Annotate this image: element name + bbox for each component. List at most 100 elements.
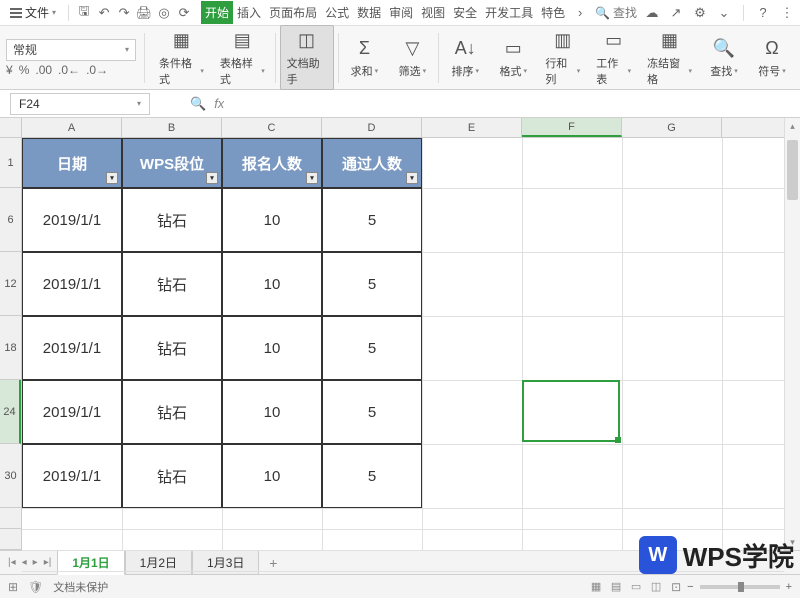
zoom-out-button[interactable]: −: [687, 581, 693, 593]
sheet-prev-icon[interactable]: ◂: [20, 557, 29, 568]
ribbon-tab-4[interactable]: 数据: [353, 1, 385, 24]
ribbon-btn-冻结窗格[interactable]: ▦冻结窗格▾: [641, 26, 698, 89]
ribbon-tab-3[interactable]: 公式: [321, 1, 353, 24]
filter-icon[interactable]: ▾: [406, 172, 418, 184]
table-header-0[interactable]: 日期▾: [22, 138, 122, 188]
ribbon-btn-求和[interactable]: Σ求和▾: [342, 34, 386, 81]
scroll-up-icon[interactable]: ▴: [785, 118, 800, 134]
settings-icon[interactable]: ⚙: [691, 4, 709, 22]
num-btn-4[interactable]: .0→: [86, 63, 108, 77]
view-break-icon[interactable]: ▭: [627, 579, 645, 595]
table-cell[interactable]: 5: [322, 444, 422, 508]
table-cell[interactable]: 10: [222, 188, 322, 252]
fx-icon[interactable]: fx: [214, 96, 224, 111]
num-btn-1[interactable]: %: [19, 63, 30, 77]
table-cell[interactable]: 2019/1/1: [22, 252, 122, 316]
row-header-empty[interactable]: [0, 508, 21, 529]
col-header-A[interactable]: A: [22, 118, 122, 137]
select-all-corner[interactable]: [0, 118, 22, 138]
ribbon-tab-6[interactable]: 视图: [417, 1, 449, 24]
table-cell[interactable]: 10: [222, 444, 322, 508]
share-icon[interactable]: ↗: [667, 4, 685, 22]
row-header-30[interactable]: 30: [0, 444, 21, 508]
sheet-last-icon[interactable]: ▸|: [42, 557, 54, 568]
row-header-empty[interactable]: [0, 529, 21, 550]
num-btn-0[interactable]: ¥: [6, 63, 13, 77]
table-cell[interactable]: 5: [322, 380, 422, 444]
table-cell[interactable]: 钻石: [122, 444, 222, 508]
sheet-first-icon[interactable]: |◂: [6, 557, 18, 568]
col-header-F[interactable]: F: [522, 118, 622, 137]
zoom-fit-icon[interactable]: ⊡: [671, 580, 681, 594]
filter-icon[interactable]: ▾: [106, 172, 118, 184]
refresh-icon[interactable]: ⟳: [175, 4, 193, 22]
ribbon-btn-文档助手[interactable]: ◫文档助手: [280, 25, 334, 90]
number-format-select[interactable]: 常规 ▾: [6, 39, 136, 61]
col-header-G[interactable]: G: [622, 118, 722, 137]
cloud-icon[interactable]: ☁: [643, 4, 661, 22]
ribbon-btn-表格样式[interactable]: ▤表格样式▾: [214, 26, 271, 89]
print-icon[interactable]: 🖨: [135, 4, 153, 22]
col-header-B[interactable]: B: [122, 118, 222, 137]
name-box[interactable]: F24 ▾: [10, 93, 150, 115]
table-header-3[interactable]: 通过人数▾: [322, 138, 422, 188]
view-reading-icon[interactable]: ◫: [647, 579, 665, 595]
ribbon-btn-工作表[interactable]: ▭工作表▾: [590, 26, 637, 89]
ribbon-tab-0[interactable]: 开始: [201, 1, 233, 24]
table-cell[interactable]: 10: [222, 316, 322, 380]
ribbon-tab-7[interactable]: 安全: [449, 1, 481, 24]
table-header-2[interactable]: 报名人数▾: [222, 138, 322, 188]
ribbon-btn-行和列[interactable]: ▥行和列▾: [539, 26, 586, 89]
tab-scroll-icon[interactable]: ›: [571, 4, 589, 22]
more-icon[interactable]: ⋮: [778, 4, 796, 22]
zoom-slider[interactable]: [700, 585, 780, 589]
table-cell[interactable]: 5: [322, 188, 422, 252]
file-menu[interactable]: 文件 ▾: [4, 2, 62, 23]
global-search[interactable]: 🔍 查找: [595, 4, 637, 21]
ribbon-btn-筛选[interactable]: ▽筛选▾: [390, 34, 434, 81]
num-btn-3[interactable]: .0←: [58, 63, 80, 77]
table-cell[interactable]: 2019/1/1: [22, 444, 122, 508]
preview-icon[interactable]: ◎: [155, 4, 173, 22]
help-icon[interactable]: ?: [754, 4, 772, 22]
ribbon-tab-1[interactable]: 插入: [233, 1, 265, 24]
num-btn-2[interactable]: .00: [35, 63, 52, 77]
ribbon-tab-2[interactable]: 页面布局: [265, 1, 321, 24]
table-cell[interactable]: 钻石: [122, 380, 222, 444]
table-cell[interactable]: 钻石: [122, 188, 222, 252]
table-cell[interactable]: 10: [222, 252, 322, 316]
table-cell[interactable]: 钻石: [122, 252, 222, 316]
undo-icon[interactable]: ↶: [95, 4, 113, 22]
table-header-1[interactable]: WPS段位▾: [122, 138, 222, 188]
table-cell[interactable]: 5: [322, 316, 422, 380]
add-sheet-button[interactable]: +: [263, 553, 283, 573]
row-header-12[interactable]: 12: [0, 252, 21, 316]
sheet-next-icon[interactable]: ▸: [31, 557, 40, 568]
ribbon-tab-5[interactable]: 审阅: [385, 1, 417, 24]
col-header-D[interactable]: D: [322, 118, 422, 137]
formula-input[interactable]: [224, 93, 800, 115]
redo-icon[interactable]: ↷: [115, 4, 133, 22]
view-page-icon[interactable]: ▤: [607, 579, 625, 595]
ribbon-tab-8[interactable]: 开发工具: [481, 1, 537, 24]
vertical-scrollbar[interactable]: ▴ ▾: [784, 118, 800, 550]
input-mode-icon[interactable]: ⊞: [8, 580, 18, 594]
table-cell[interactable]: 2019/1/1: [22, 316, 122, 380]
ribbon-tab-9[interactable]: 特色: [537, 1, 569, 24]
zoom-in-button[interactable]: +: [786, 581, 792, 593]
table-cell[interactable]: 钻石: [122, 316, 222, 380]
table-cell[interactable]: 10: [222, 380, 322, 444]
ribbon-btn-排序[interactable]: A↓排序▾: [443, 34, 487, 81]
col-header-C[interactable]: C: [222, 118, 322, 137]
ribbon-btn-符号[interactable]: Ω符号▾: [750, 34, 794, 81]
save-icon[interactable]: 🖫: [75, 4, 93, 22]
cancel-icon[interactable]: 🔍: [190, 96, 206, 112]
collapse-icon[interactable]: ⌄: [715, 4, 733, 22]
scrollbar-thumb[interactable]: [787, 140, 798, 200]
ribbon-btn-格式[interactable]: ▭格式▾: [491, 34, 535, 81]
col-header-E[interactable]: E: [422, 118, 522, 137]
scroll-down-icon[interactable]: ▾: [785, 534, 800, 550]
view-normal-icon[interactable]: ▦: [587, 579, 605, 595]
row-header-24[interactable]: 24: [0, 380, 21, 444]
table-cell[interactable]: 5: [322, 252, 422, 316]
